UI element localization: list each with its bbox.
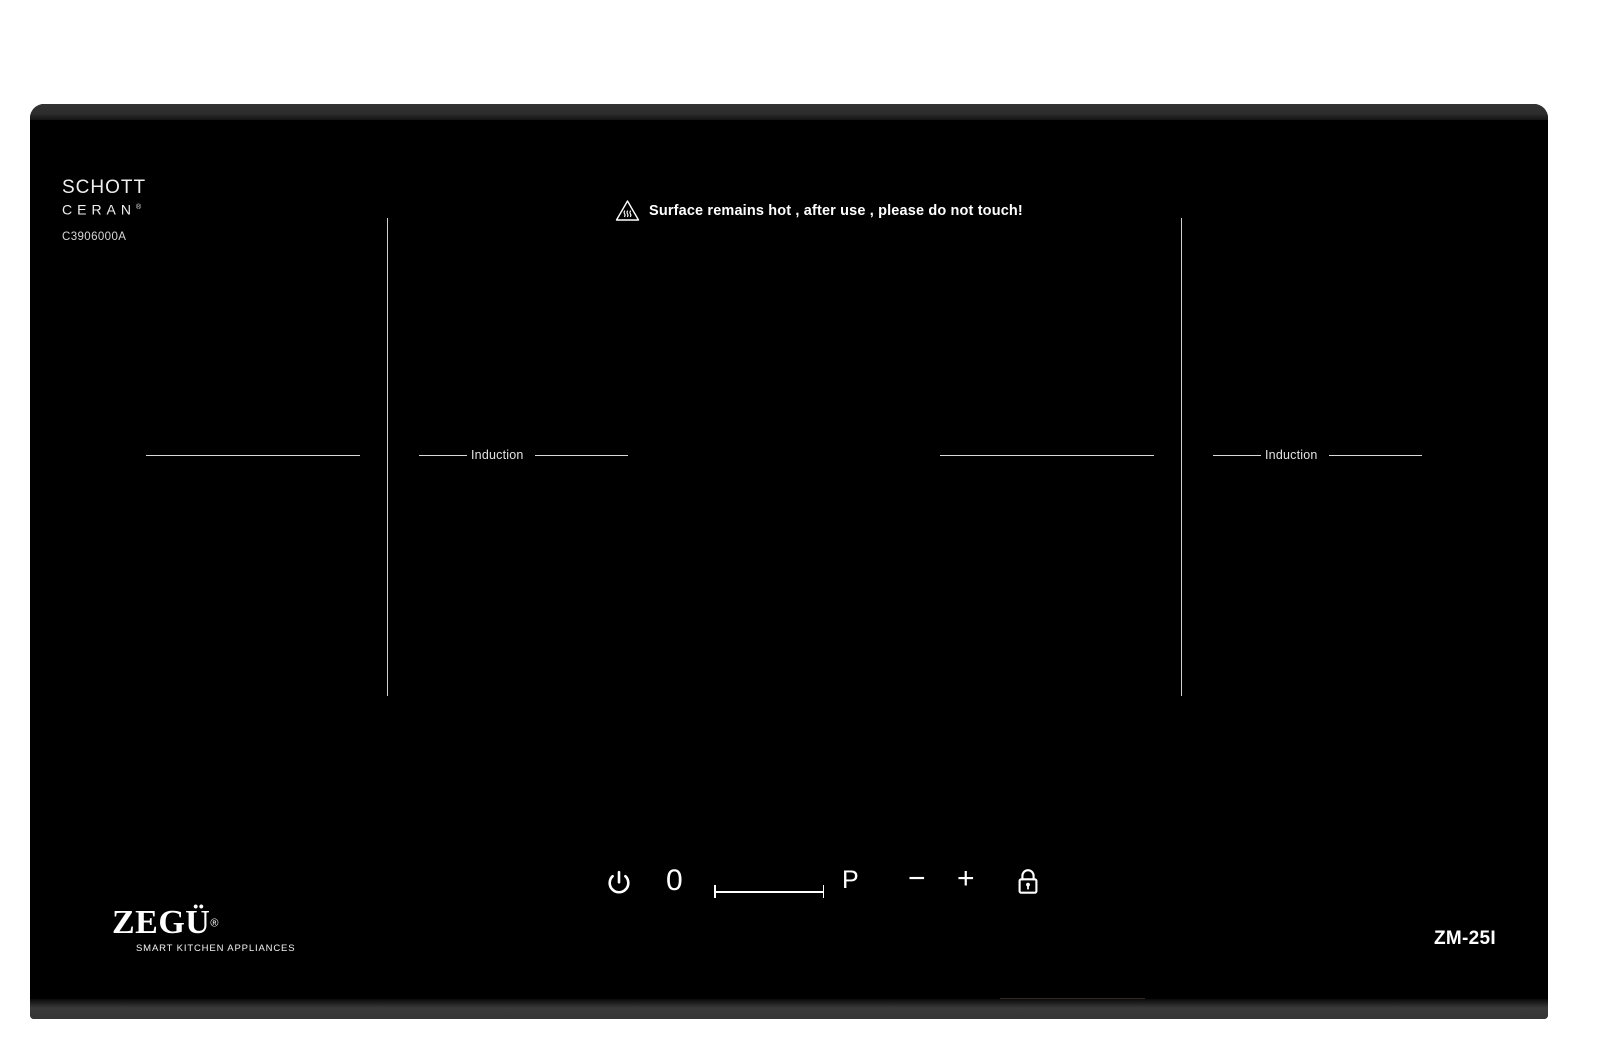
surface-code: C3906000A [62,230,127,243]
top-bezel [30,104,1548,120]
heat-slider[interactable] [714,885,824,899]
power-button[interactable] [604,868,634,898]
zone-mark-right-inner-a [1213,455,1261,456]
hot-surface-warning: Surface remains hot , after use , please… [615,199,1023,222]
hot-surface-warning-text: Surface remains hot , after use , please… [649,202,1023,219]
slider-cap-right [822,885,824,898]
schott-ceran-logo: SCHOTT CERAN® C3906000A [62,178,146,243]
zegu-tagline: SMART KITCHEN APPLIANCES [136,943,296,954]
bottom-bezel [30,999,1548,1019]
zegu-wordmark: ZEGÜ® [112,904,219,941]
boost-button[interactable]: P [842,868,859,893]
zone-mark-right-outer [940,455,1154,456]
induction-cooktop: SCHOTT CERAN® C3906000A Surface remains … [30,104,1548,1019]
zone-mark-left-outer [146,455,360,456]
glass-surface[interactable]: SCHOTT CERAN® C3906000A Surface remains … [30,120,1548,999]
schott-wordmark: SCHOTT [62,177,147,198]
induction-label-left: Induction [471,448,524,462]
ceran-wordmark: CERAN® [62,201,142,218]
increase-button[interactable]: + [957,864,975,894]
slider-track [714,891,824,893]
zone-mark-right-inner-b [1329,455,1422,456]
zegu-logo: ZEGÜ® SMART KITCHEN APPLIANCES [112,904,296,955]
hot-surface-icon [615,199,640,222]
power-icon [608,870,630,894]
induction-label-right: Induction [1265,448,1318,462]
zone-mark-left-inner-a [419,455,467,456]
registered-mark: ® [210,917,219,930]
zone-divider-right [1181,218,1182,696]
registered-mark: ® [136,204,142,211]
heat-level-display: 0 [666,864,683,897]
lock-icon [1018,869,1038,894]
control-panel: 0 P − + [590,860,1060,914]
model-number: ZM-25I [1434,928,1496,949]
child-lock-button[interactable] [1015,867,1041,897]
decrease-button[interactable]: − [908,864,926,894]
zone-mark-left-inner-b [535,455,628,456]
zone-divider-left [387,218,388,696]
